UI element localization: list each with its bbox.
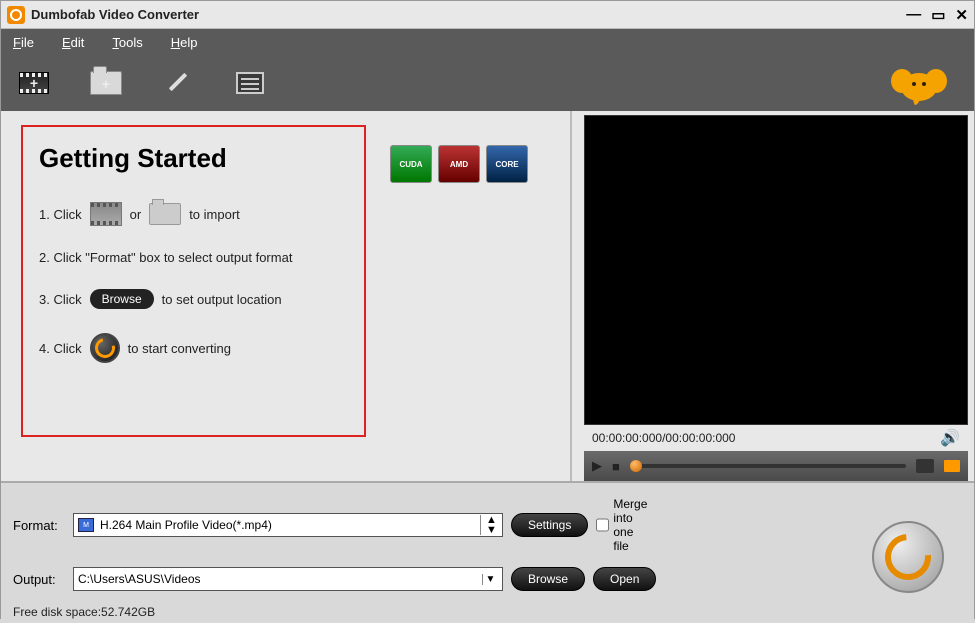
folder-icon xyxy=(149,203,181,225)
folder-plus-icon: + xyxy=(90,71,122,95)
getting-started-box: Getting Started 1. Click or to import 2.… xyxy=(21,125,366,437)
menu-file[interactable]: File xyxy=(13,35,34,50)
list-button[interactable] xyxy=(231,66,269,100)
seek-slider[interactable] xyxy=(630,464,906,468)
menu-bar: File Edit Tools Help xyxy=(1,29,974,55)
menu-edit[interactable]: Edit xyxy=(62,35,84,50)
gpu-badges: CUDA AMD CORE xyxy=(390,145,528,467)
output-path-input[interactable]: C:\Users\ASUS\Videos ▼ xyxy=(73,567,503,591)
open-button[interactable]: Open xyxy=(593,567,656,591)
format-label: Format: xyxy=(13,518,65,533)
merge-checkbox[interactable]: Merge into one file xyxy=(596,497,648,553)
cuda-badge: CUDA xyxy=(390,145,432,183)
intel-badge: CORE xyxy=(486,145,528,183)
format-value: H.264 Main Profile Video(*.mp4) xyxy=(100,518,272,532)
browse-pill-icon: Browse xyxy=(90,289,154,309)
menu-help[interactable]: Help xyxy=(171,35,198,50)
player-controls: ▶ ■ xyxy=(584,451,968,481)
maximize-button[interactable]: ▭ xyxy=(931,6,945,24)
getting-started-heading: Getting Started xyxy=(39,143,348,174)
snapshot-folder-button[interactable] xyxy=(944,460,960,472)
spinner-icon[interactable]: ▲▼ xyxy=(480,515,498,535)
app-logo-icon xyxy=(7,6,25,24)
close-button[interactable]: ✕ xyxy=(955,6,968,24)
settings-button[interactable]: Settings xyxy=(511,513,588,537)
time-display: 00:00:00:000/00:00:00:000 xyxy=(592,431,735,445)
toolbar: + + xyxy=(1,55,974,111)
list-icon xyxy=(236,72,264,94)
convert-orb-icon xyxy=(90,333,120,363)
window-title: Dumbofab Video Converter xyxy=(31,7,199,22)
film-plus-icon: + xyxy=(19,72,49,94)
video-preview[interactable] xyxy=(584,115,968,425)
title-bar: Dumbofab Video Converter — ▭ ✕ xyxy=(1,1,974,29)
disk-free-label: Free disk space:52.742GB xyxy=(13,605,962,619)
convert-button[interactable] xyxy=(872,521,944,593)
amd-badge: AMD xyxy=(438,145,480,183)
edit-button[interactable] xyxy=(159,66,197,100)
add-file-button[interactable]: + xyxy=(15,66,53,100)
add-folder-button[interactable]: + xyxy=(87,66,125,100)
step-4: 4. Click to start converting xyxy=(39,333,348,363)
volume-icon[interactable]: 🔊 xyxy=(940,428,960,448)
stop-button[interactable]: ■ xyxy=(612,459,620,474)
film-icon xyxy=(90,202,122,226)
merge-checkbox-input[interactable] xyxy=(596,518,609,532)
output-label: Output: xyxy=(13,572,65,587)
main-panel: Getting Started 1. Click or to import 2.… xyxy=(1,111,570,481)
brand-logo-icon xyxy=(884,57,954,105)
preview-panel: 00:00:00:000/00:00:00:000 🔊 ▶ ■ xyxy=(570,111,974,481)
step-1: 1. Click or to import xyxy=(39,202,348,226)
output-value: C:\Users\ASUS\Videos xyxy=(78,572,201,586)
mp4-icon: M xyxy=(78,518,94,532)
minimize-button[interactable]: — xyxy=(906,6,921,24)
pencil-icon xyxy=(164,69,192,97)
snapshot-button[interactable] xyxy=(916,459,934,473)
browse-button[interactable]: Browse xyxy=(511,567,585,591)
step-3: 3. Click Browse to set output location xyxy=(39,289,348,309)
play-button[interactable]: ▶ xyxy=(592,458,602,474)
format-combo[interactable]: M H.264 Main Profile Video(*.mp4) ▲▼ xyxy=(73,513,503,537)
step-2: 2. Click "Format" box to select output f… xyxy=(39,250,348,265)
menu-tools[interactable]: Tools xyxy=(112,35,142,50)
dropdown-icon[interactable]: ▼ xyxy=(482,574,498,585)
time-bar: 00:00:00:000/00:00:00:000 🔊 xyxy=(584,425,968,451)
bottom-panel: Format: M H.264 Main Profile Video(*.mp4… xyxy=(1,481,974,623)
